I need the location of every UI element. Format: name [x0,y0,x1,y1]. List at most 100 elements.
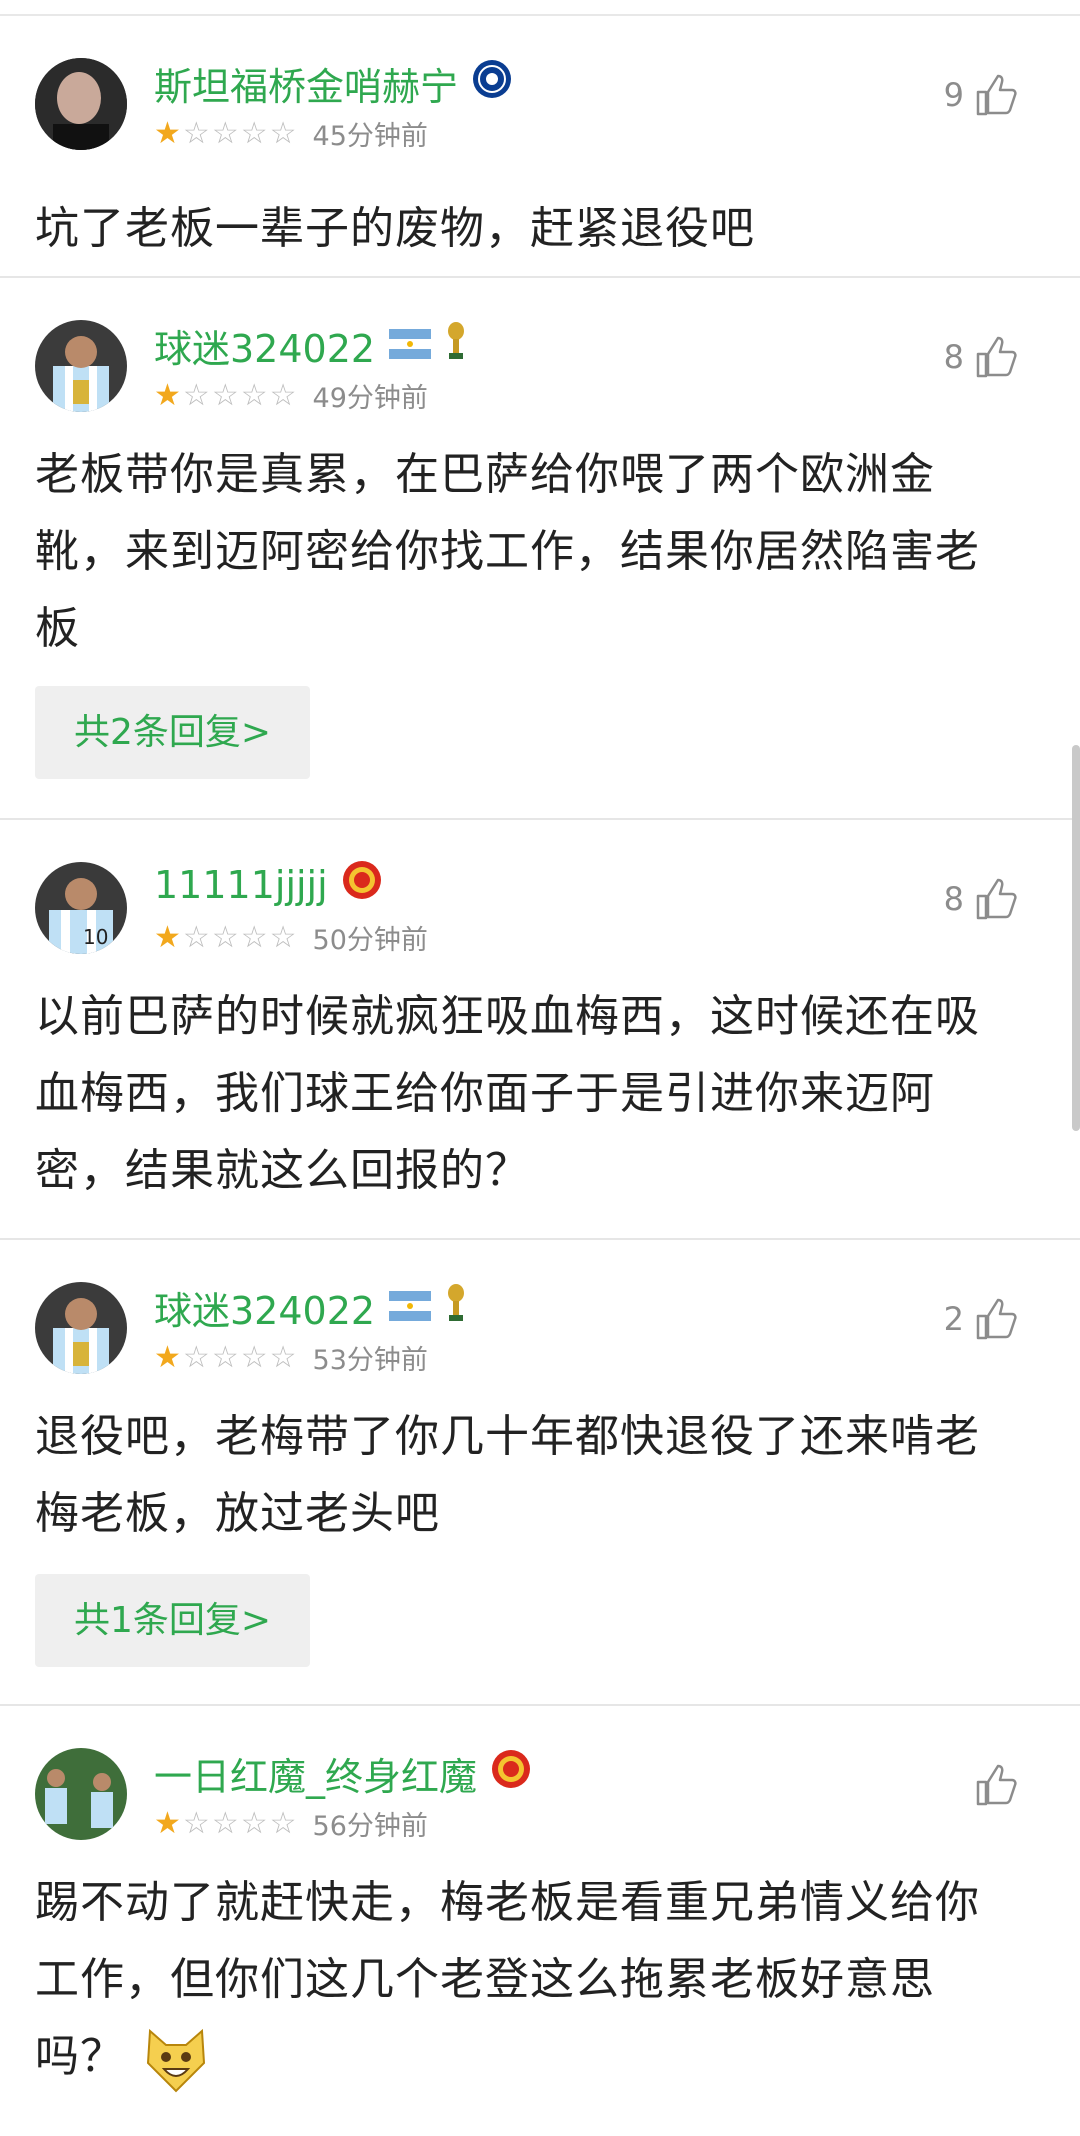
star-filled-icon: ★ [154,919,181,955]
like-button[interactable]: 8 [944,876,1020,922]
comment-text-line: 吗？ [35,2031,125,2082]
comment-item: 球迷324022 ★ ☆ ☆ ☆ ☆ 49分钟前 8 老板带你是真累，在巴萨给你… [0,278,1080,820]
comment-text: 坑了老板一辈子的废物，赶紧退役吧 [35,203,755,254]
trophy-icon [445,1283,467,1332]
avatar[interactable] [35,1282,127,1374]
star-empty-icon: ☆ [211,919,239,955]
like-button[interactable] [964,1762,1020,1808]
star-empty-icon: ☆ [240,1805,268,1841]
argentina-flag-icon [389,1286,432,1330]
thumbs-up-icon [976,1764,1017,1806]
meta-row: ★ ☆ ☆ ☆ ☆ 53分钟前 [154,1338,428,1377]
meta-row: ★ ☆ ☆ ☆ ☆ 56分钟前 [154,1804,428,1843]
thumbs-up-icon [976,878,1017,920]
comment-text-line: 以前巴萨的时候就疯狂吸血梅西，这时候还在吸 [35,991,980,1042]
username-row: 11111jjjjj [154,860,382,909]
grin-emoji-icon [140,2023,212,2095]
star-empty-icon: ☆ [211,115,239,151]
star-empty-icon: ☆ [269,377,297,413]
star-empty-icon: ☆ [182,377,210,413]
avatar[interactable] [35,1748,127,1840]
star-empty-icon: ☆ [211,377,239,413]
avatar[interactable] [35,320,127,412]
comment-text-line: 板 [35,603,80,654]
star-empty-icon: ☆ [269,919,297,955]
comment-text-line: 梅老板，放过老头吧 [35,1488,440,1539]
star-empty-icon: ☆ [240,377,268,413]
star-filled-icon: ★ [154,115,181,151]
star-empty-icon: ☆ [182,919,210,955]
comment-text-line: 老板带你是真累，在巴萨给你喂了两个欧洲金 [35,449,935,500]
username[interactable]: 球迷324022 [154,1280,375,1335]
username[interactable]: 斯坦福桥金哨赫宁 [154,56,458,111]
view-replies-button[interactable]: 共1条回复> [35,1574,310,1667]
rating-stars: ★ ☆ ☆ ☆ ☆ [154,919,297,955]
comment-text-line: 工作，但你们这几个老登这么拖累老板好意思 [35,1954,935,2005]
rating-stars: ★ ☆ ☆ ☆ ☆ [154,115,297,151]
timestamp: 49分钟前 [312,383,428,414]
username-row: 一日红魔_终身红魔 [154,1746,531,1801]
team-badge-icon [342,860,382,909]
timestamp: 45分钟前 [312,121,428,152]
meta-row: ★ ☆ ☆ ☆ ☆ 50分钟前 [154,918,428,957]
star-empty-icon: ☆ [240,115,268,151]
thumbs-up-icon [976,74,1017,116]
star-empty-icon: ☆ [269,115,297,151]
meta-row: ★ ☆ ☆ ☆ ☆ 45分钟前 [154,114,428,153]
scrollbar[interactable] [1072,745,1080,1131]
star-empty-icon: ☆ [182,1805,210,1841]
comment-text-line: 血梅西，我们球王给你面子于是引进你来迈阿 [35,1068,935,1119]
team-badge-icon [472,59,512,108]
like-button[interactable]: 8 [944,334,1020,380]
star-filled-icon: ★ [154,1805,181,1841]
comment-item: 10 11111jjjjj ★ ☆ ☆ ☆ ☆ 50分钟前 8 以前巴萨的时候就… [0,820,1080,1240]
star-empty-icon: ☆ [240,919,268,955]
thumbs-up-icon [976,1298,1017,1340]
username-row: 球迷324022 [154,1280,467,1335]
timestamp: 56分钟前 [312,1811,428,1842]
like-button[interactable]: 9 [944,72,1020,118]
like-count: 9 [943,76,964,114]
avatar[interactable] [35,58,127,150]
username-row: 斯坦福桥金哨赫宁 [154,56,512,111]
rating-stars: ★ ☆ ☆ ☆ ☆ [154,1339,297,1375]
view-replies-button[interactable]: 共2条回复> [35,686,310,779]
comment-text: 踢不动了就赶快走，梅老板是看重兄弟情义给你 工作，但你们这几个老登这么拖累老板好… [35,1864,1050,2095]
comment-text-line: 退役吧，老梅带了你几十年都快退役了还来啃老 [35,1411,980,1462]
rating-stars: ★ ☆ ☆ ☆ ☆ [154,1805,297,1841]
star-empty-icon: ☆ [211,1805,239,1841]
meta-row: ★ ☆ ☆ ☆ ☆ 49分钟前 [154,376,428,415]
star-empty-icon: ☆ [182,1339,210,1375]
star-filled-icon: ★ [154,377,181,413]
thumbs-up-icon [976,336,1017,378]
username-row: 球迷324022 [154,318,467,373]
avatar[interactable]: 10 [35,862,127,954]
svg-text:10: 10 [83,925,108,949]
star-empty-icon: ☆ [240,1339,268,1375]
username[interactable]: 球迷324022 [154,318,375,373]
like-button[interactable]: 2 [944,1296,1020,1342]
comment-text-line-last: 吗？ [35,2018,1050,2095]
top-divider [0,0,1080,16]
username[interactable]: 一日红魔_终身红魔 [154,1746,477,1801]
comment-text-line: 靴，来到迈阿密给你找工作，结果你居然陷害老 [35,526,980,577]
comment-text-line: 踢不动了就赶快走，梅老板是看重兄弟情义给你 [35,1877,980,1928]
comment-item: 球迷324022 ★ ☆ ☆ ☆ ☆ 53分钟前 2 退役吧，老梅带了你几十年都… [0,1240,1080,1706]
star-empty-icon: ☆ [269,1805,297,1841]
comment-text: 老板带你是真累，在巴萨给你喂了两个欧洲金 靴，来到迈阿密给你找工作，结果你居然陷… [35,436,1050,667]
rating-stars: ★ ☆ ☆ ☆ ☆ [154,377,297,413]
username[interactable]: 11111jjjjj [154,863,328,907]
star-empty-icon: ☆ [269,1339,297,1375]
comment-item: 一日红魔_终身红魔 ★ ☆ ☆ ☆ ☆ 56分钟前 踢不动了就赶快走，梅老板是看… [0,1706,1080,2136]
argentina-flag-icon [389,324,432,368]
like-count: 8 [943,880,964,918]
star-empty-icon: ☆ [182,115,210,151]
timestamp: 53分钟前 [312,1345,428,1376]
like-count: 2 [943,1300,964,1338]
trophy-icon [445,321,467,370]
comment-text: 退役吧，老梅带了你几十年都快退役了还来啃老 梅老板，放过老头吧 [35,1398,1050,1552]
comment-text-line: 密，结果就这么回报的？ [35,1145,530,1196]
comment-text: 以前巴萨的时候就疯狂吸血梅西，这时候还在吸 血梅西，我们球王给你面子于是引进你来… [35,978,1050,1209]
timestamp: 50分钟前 [312,925,428,956]
star-filled-icon: ★ [154,1339,181,1375]
